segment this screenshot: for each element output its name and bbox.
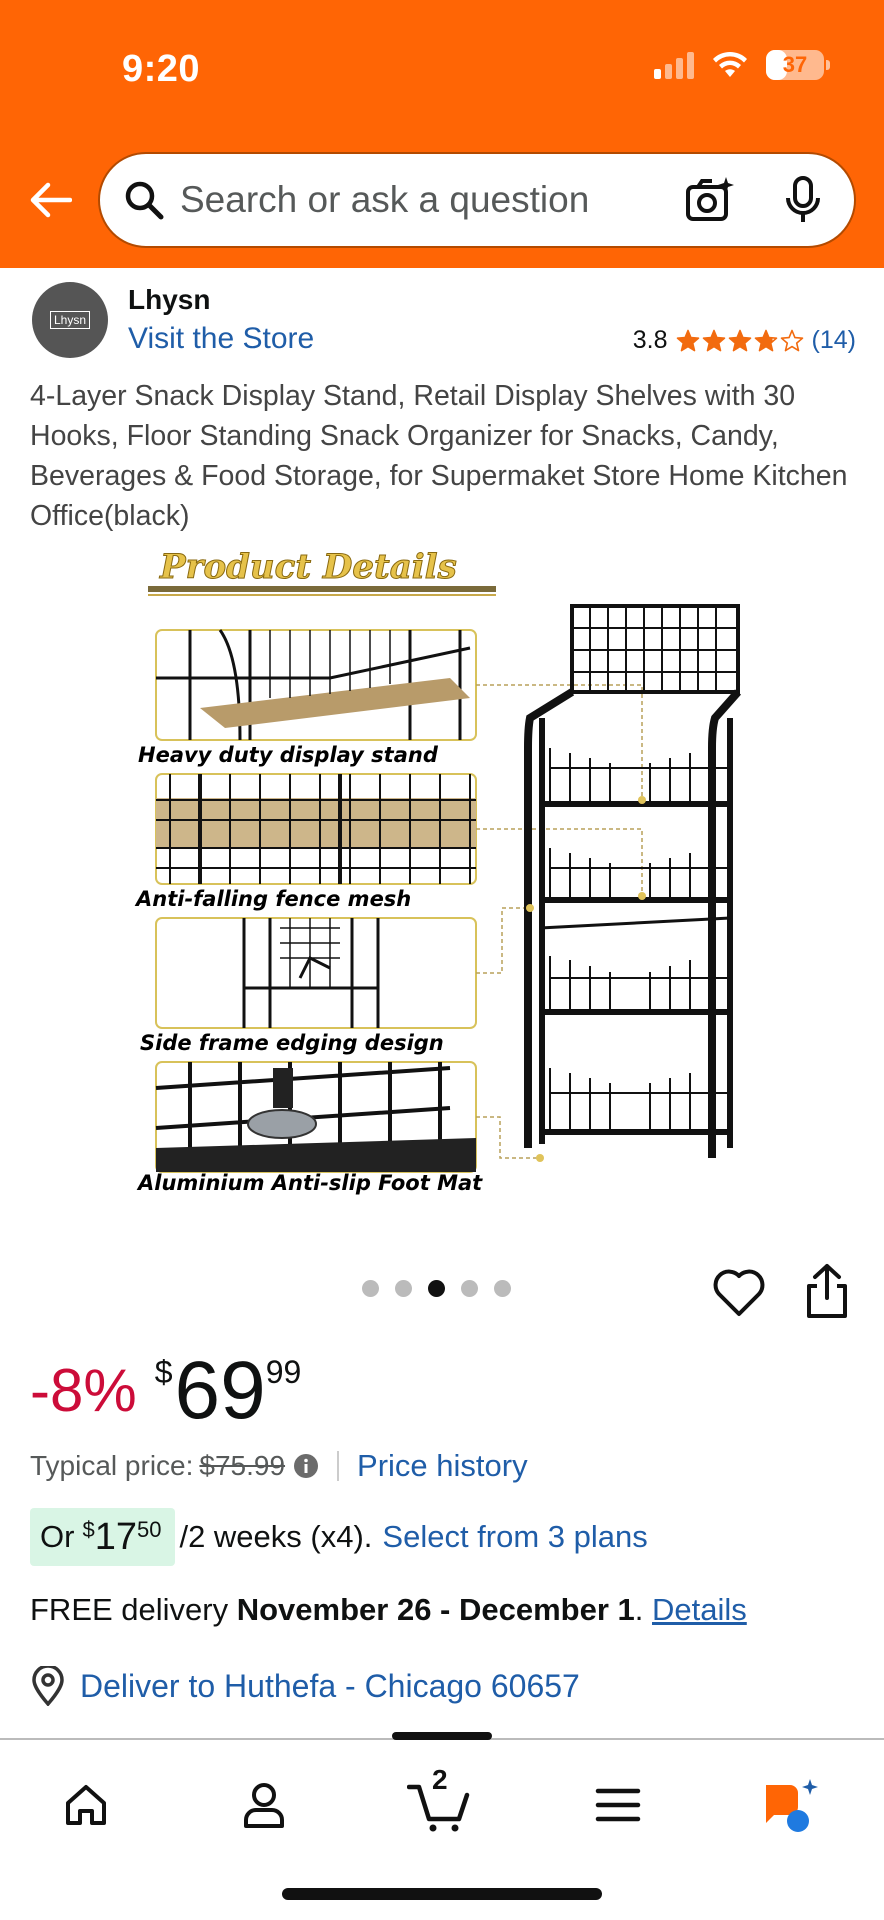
rating-value: 3.8 — [632, 326, 668, 354]
status-time: 9:20 — [122, 48, 201, 90]
select-plans-link[interactable]: Select from 3 plans — [382, 1519, 647, 1555]
carousel-dot[interactable] — [428, 1280, 445, 1297]
carousel-dot[interactable] — [461, 1280, 478, 1297]
star-rating — [676, 329, 804, 353]
image-heading: Product Details — [159, 548, 457, 587]
delivery-dates: November 26 - December 1 — [236, 1592, 635, 1627]
deliver-to-link[interactable]: Deliver to Huthefa - Chicago 60657 — [30, 1666, 580, 1706]
active-tab-indicator — [392, 1732, 492, 1740]
signal-icon — [654, 51, 694, 79]
favorite-button[interactable] — [712, 1266, 766, 1320]
price-row: -8% $ 69 99 — [30, 1346, 301, 1436]
installment-price: $ 17 50 — [82, 1516, 162, 1558]
deliver-to-text: Deliver to Huthefa - Chicago 60657 — [80, 1667, 580, 1704]
installment-terms: /2 weeks (x4). — [179, 1519, 373, 1554]
location-pin-icon — [32, 1666, 64, 1706]
star-icon — [780, 329, 803, 351]
delivery-info: FREE delivery November 26 - December 1. … — [30, 1592, 747, 1627]
rufus-ai-icon — [766, 1779, 818, 1832]
carousel-dot[interactable] — [494, 1280, 511, 1297]
battery-icon: 37 — [766, 50, 830, 80]
product-image[interactable]: Product Details Heavy duty display stand… — [130, 547, 760, 1198]
callout-3: Side frame edging design — [140, 1031, 444, 1055]
cart-count: 2 — [432, 1764, 448, 1795]
typical-price-label: Typical price: — [30, 1450, 194, 1481]
status-icons: 37 — [654, 50, 830, 80]
product-title: 4-Layer Snack Display Stand, Retail Disp… — [30, 380, 848, 532]
typical-price: $75.99 — [199, 1450, 286, 1481]
brand-logo[interactable]: Lhysn — [32, 282, 108, 358]
price-history-link[interactable]: Price history — [357, 1448, 528, 1484]
carousel-dot[interactable] — [395, 1280, 412, 1297]
search-input[interactable]: Search or ask a question — [180, 179, 680, 221]
callout-2: Anti-falling fence mesh — [134, 887, 411, 911]
wifi-icon — [713, 51, 747, 77]
star-icon — [676, 329, 699, 351]
discount-badge: -8% — [30, 1357, 137, 1424]
back-button[interactable] — [22, 172, 78, 228]
account-icon — [244, 1783, 284, 1828]
nav-rufus[interactable] — [752, 1770, 832, 1840]
home-icon — [66, 1785, 106, 1825]
share-button[interactable] — [800, 1262, 854, 1320]
visit-store-link[interactable]: Visit the Store — [128, 322, 314, 356]
share-icon — [807, 1264, 847, 1318]
home-indicator — [282, 1888, 602, 1900]
callout-4: Aluminium Anti-slip Foot Mat — [136, 1171, 483, 1195]
star-icon — [728, 329, 751, 351]
typical-price-row: Typical price: $75.99 Price history — [30, 1448, 528, 1484]
brand-name: Lhysn — [128, 284, 211, 315]
rating-count[interactable]: (14) — [812, 326, 856, 355]
carousel-dots[interactable] — [362, 1280, 511, 1297]
carousel-dot[interactable] — [362, 1280, 379, 1297]
divider — [337, 1451, 340, 1481]
star-icon — [702, 329, 725, 351]
star-icon — [754, 329, 777, 351]
installment-badge: Or $ 17 50 — [30, 1508, 176, 1566]
bottom-nav: 2 — [0, 1732, 884, 1920]
delivery-details-link[interactable]: Details — [652, 1592, 747, 1627]
battery-level: 37 — [782, 52, 808, 77]
nav-home[interactable] — [46, 1770, 126, 1840]
installment-row: Or $ 17 50 /2 weeks (x4). Select from 3 … — [30, 1508, 648, 1566]
camera-search-icon[interactable] — [680, 171, 738, 229]
info-icon[interactable] — [293, 1453, 319, 1479]
nav-cart[interactable]: 2 — [400, 1764, 480, 1840]
menu-icon — [595, 1788, 641, 1822]
brand-row: Lhysn Lhysn Visit the Store 3.8 (14) — [30, 282, 856, 362]
heart-icon — [713, 1269, 765, 1316]
nav-menu[interactable] — [578, 1770, 658, 1840]
top-bar: 9:20 37 Search or ask a question — [0, 0, 884, 268]
back-arrow-icon — [30, 182, 72, 218]
current-price: $ 69 99 — [154, 1345, 302, 1436]
nav-account[interactable] — [224, 1770, 304, 1840]
rating-summary[interactable]: 3.8 (14) — [633, 326, 856, 355]
callout-1: Heavy duty display stand — [138, 743, 439, 767]
search-icon — [120, 176, 168, 224]
microphone-icon[interactable] — [774, 171, 832, 229]
search-bar[interactable]: Search or ask a question — [98, 152, 856, 248]
